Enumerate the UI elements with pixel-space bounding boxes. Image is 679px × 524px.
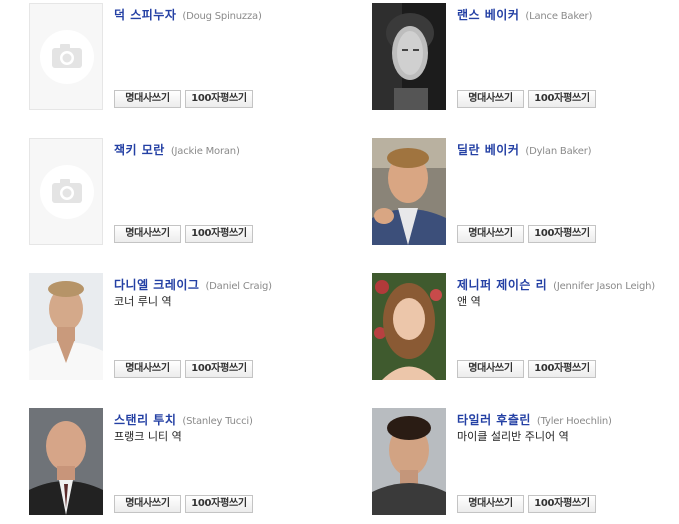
cast-name-line: 덕 스피누자 (Doug Spinuzza) (114, 4, 262, 23)
role-text: 앤 역 (457, 295, 481, 308)
actor-english-name: (Jackie Moran) (170, 146, 240, 157)
write-quote-button[interactable]: 명대사쓰기 (457, 495, 524, 513)
actor-name-link[interactable]: 잭키 모란 (114, 143, 165, 157)
write-quote-button[interactable]: 명대사쓰기 (114, 495, 181, 513)
cast-card: 제니퍼 제이슨 리 (Jennifer Jason Leigh) 앤 역 명대사쓰… (372, 273, 679, 383)
camera-placeholder-icon[interactable] (29, 138, 103, 245)
actor-photo[interactable] (372, 138, 446, 245)
role-text: 프랭크 니티 역 (114, 430, 182, 443)
actor-name-link[interactable]: 랜스 베이커 (457, 8, 519, 22)
actor-english-name: (Daniel Craig) (205, 281, 272, 292)
cast-card: 덕 스피누자 (Doug Spinuzza) 명대사쓰기 100자평쓰기 (29, 3, 349, 113)
role-text: 마이클 설리반 주니어 역 (457, 430, 569, 443)
cast-card: 딜란 베이커 (Dylan Baker) 명대사쓰기 100자평쓰기 (372, 138, 679, 248)
write-quote-button[interactable]: 명대사쓰기 (114, 90, 181, 108)
cast-name-line: 딜란 베이커 (Dylan Baker) (457, 139, 592, 158)
write-quote-button[interactable]: 명대사쓰기 (457, 225, 524, 243)
camera-placeholder-icon[interactable] (29, 3, 103, 110)
actor-name-link[interactable]: 제니퍼 제이슨 리 (457, 278, 547, 292)
actor-name-link[interactable]: 딜란 베이커 (457, 143, 519, 157)
cast-name-line: 잭키 모란 (Jackie Moran) (114, 139, 240, 158)
write-quote-button[interactable]: 명대사쓰기 (114, 360, 181, 378)
cast-name-line: 타일러 후츨린 (Tyler Hoechlin) (457, 409, 612, 428)
cast-card: 다니엘 크레이그 (Daniel Craig) 코너 루니 역 명대사쓰기 100… (29, 273, 349, 383)
cast-card: 랜스 베이커 (Lance Baker) 명대사쓰기 100자평쓰기 (372, 3, 679, 113)
cast-card: 타일러 후츨린 (Tyler Hoechlin) 마이클 설리반 주니어 역 명대… (372, 408, 679, 518)
write-review-button[interactable]: 100자평쓰기 (528, 360, 596, 378)
cast-card: 스탠리 투치 (Stanley Tucci) 프랭크 니티 역 명대사쓰기 100… (29, 408, 349, 518)
write-quote-button[interactable]: 명대사쓰기 (457, 360, 524, 378)
write-quote-button[interactable]: 명대사쓰기 (457, 90, 524, 108)
cast-name-line: 다니엘 크레이그 (Daniel Craig) (114, 274, 272, 293)
role-text: 코너 루니 역 (114, 295, 172, 308)
actor-photo[interactable] (29, 273, 103, 380)
actor-photo[interactable] (372, 3, 446, 110)
actor-photo[interactable] (372, 273, 446, 380)
actor-english-name: (Doug Spinuzza) (182, 11, 262, 22)
actor-english-name: (Lance Baker) (525, 11, 593, 22)
cast-name-line: 스탠리 투치 (Stanley Tucci) (114, 409, 253, 428)
write-review-button[interactable]: 100자평쓰기 (528, 225, 596, 243)
actor-name-link[interactable]: 타일러 후츨린 (457, 413, 531, 427)
actor-english-name: (Dylan Baker) (525, 146, 592, 157)
write-review-button[interactable]: 100자평쓰기 (185, 495, 253, 513)
actor-english-name: (Jennifer Jason Leigh) (553, 281, 655, 292)
write-review-button[interactable]: 100자평쓰기 (528, 495, 596, 513)
cast-card: 잭키 모란 (Jackie Moran) 명대사쓰기 100자평쓰기 (29, 138, 349, 248)
write-review-button[interactable]: 100자평쓰기 (185, 360, 253, 378)
actor-name-link[interactable]: 다니엘 크레이그 (114, 278, 199, 292)
actor-name-link[interactable]: 덕 스피누자 (114, 8, 176, 22)
cast-name-line: 랜스 베이커 (Lance Baker) (457, 4, 592, 23)
actor-name-link[interactable]: 스탠리 투치 (114, 413, 176, 427)
write-review-button[interactable]: 100자평쓰기 (185, 225, 253, 243)
write-review-button[interactable]: 100자평쓰기 (528, 90, 596, 108)
actor-photo[interactable] (372, 408, 446, 515)
actor-english-name: (Tyler Hoechlin) (536, 416, 612, 427)
write-review-button[interactable]: 100자평쓰기 (185, 90, 253, 108)
write-quote-button[interactable]: 명대사쓰기 (114, 225, 181, 243)
cast-name-line: 제니퍼 제이슨 리 (Jennifer Jason Leigh) (457, 274, 655, 293)
actor-photo[interactable] (29, 408, 103, 515)
actor-english-name: (Stanley Tucci) (182, 416, 253, 427)
